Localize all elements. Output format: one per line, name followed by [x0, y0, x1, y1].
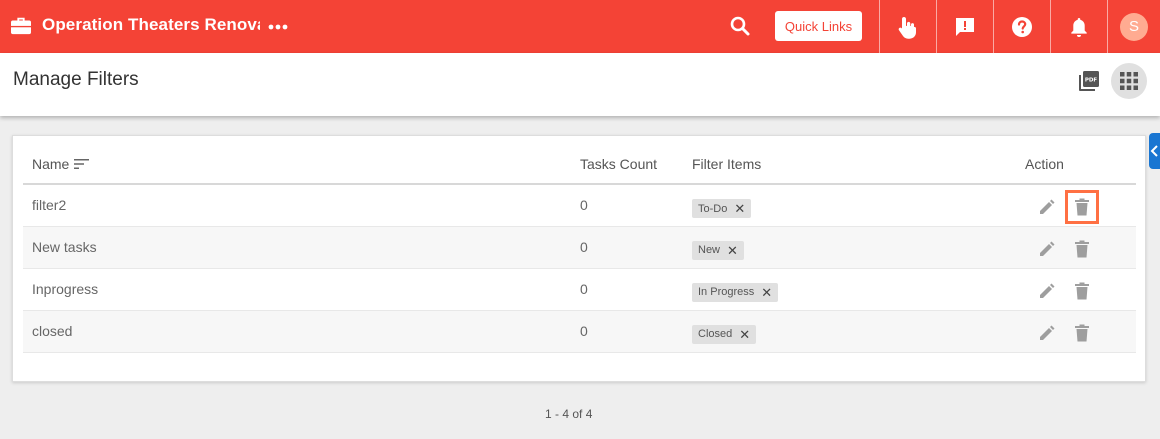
page-header: Manage Filters PDF	[0, 53, 1160, 116]
delete-icon	[1075, 198, 1089, 216]
delete-icon	[1075, 240, 1089, 258]
delete-icon	[1075, 282, 1089, 300]
apps-grid-button[interactable]	[1111, 63, 1147, 99]
action-cell	[1025, 226, 1136, 269]
close-icon[interactable]: ✕	[734, 202, 745, 215]
delete-icon	[1075, 324, 1089, 342]
action-cell	[1025, 310, 1136, 353]
column-header-tasks-count: Tasks Count	[580, 144, 692, 185]
top-app-bar: Operation Theaters Renovation Quick Link…	[0, 0, 1160, 53]
briefcase-icon	[11, 17, 31, 35]
tasks-count: 0	[580, 310, 692, 353]
touch-icon	[898, 16, 916, 39]
notifications-button[interactable]	[1050, 0, 1106, 53]
feedback-button[interactable]	[936, 0, 992, 53]
sort-icon[interactable]	[74, 158, 90, 170]
search-icon[interactable]	[728, 14, 752, 38]
edit-icon	[1040, 283, 1055, 298]
table-row: closed 0 Closed ✕	[23, 310, 1136, 353]
edit-button[interactable]	[1037, 323, 1057, 343]
edit-icon	[1040, 325, 1055, 340]
tasks-count: 0	[580, 226, 692, 269]
filter-chip: In Progress ✕	[692, 282, 779, 302]
help-icon	[1011, 16, 1032, 37]
delete-button[interactable]	[1072, 323, 1092, 343]
table-header-row: Name Tasks Count Filter Items Action	[23, 144, 1136, 185]
filter-items-cell: Closed ✕	[692, 310, 1025, 353]
touch-button[interactable]	[879, 0, 935, 53]
tasks-count: 0	[580, 184, 692, 227]
edit-button[interactable]	[1037, 239, 1057, 259]
filters-card: Name Tasks Count Filter Items Action fil…	[12, 135, 1146, 382]
project-title[interactable]: Operation Theaters Renovation	[42, 15, 260, 35]
edit-button[interactable]	[1037, 197, 1057, 217]
avatar: S	[1120, 12, 1148, 41]
action-cell	[1025, 184, 1136, 227]
close-icon[interactable]: ✕	[739, 328, 750, 341]
quick-links-button[interactable]: Quick Links	[775, 11, 862, 41]
table-row: New tasks 0 New ✕	[23, 226, 1136, 269]
table-row: filter2 0 To-Do ✕	[23, 184, 1136, 227]
filter-name: New tasks	[23, 226, 580, 269]
apps-grid-icon	[1120, 72, 1138, 90]
close-icon[interactable]: ✕	[727, 244, 738, 257]
close-icon[interactable]: ✕	[761, 286, 772, 299]
chevron-left-icon	[1150, 145, 1158, 157]
edit-icon	[1040, 199, 1055, 215]
more-horiz-icon[interactable]	[267, 16, 289, 36]
page-title: Manage Filters	[13, 69, 139, 90]
filter-items-cell: New ✕	[692, 226, 1025, 269]
filters-table: Name Tasks Count Filter Items Action fil…	[23, 144, 1136, 353]
delete-button[interactable]	[1065, 190, 1099, 225]
pdf-icon[interactable]: PDF	[1077, 69, 1101, 93]
side-panel-toggle[interactable]	[1149, 133, 1160, 169]
column-header-name[interactable]: Name	[23, 144, 580, 185]
column-header-filter-items: Filter Items	[692, 144, 1025, 185]
filter-name: Inprogress	[23, 268, 580, 311]
filter-items-cell: To-Do ✕	[692, 184, 1025, 227]
action-cell	[1025, 268, 1136, 311]
filter-items-cell: In Progress ✕	[692, 268, 1025, 311]
bell-icon	[1070, 17, 1087, 37]
help-button[interactable]	[993, 0, 1049, 53]
filter-name: closed	[23, 310, 580, 353]
edit-button[interactable]	[1037, 281, 1057, 301]
table-row: Inprogress 0 In Progress ✕	[23, 268, 1136, 311]
delete-button[interactable]	[1072, 239, 1092, 259]
delete-button[interactable]	[1072, 281, 1092, 301]
filter-chip: Closed ✕	[692, 324, 757, 344]
filter-chip: New ✕	[692, 240, 744, 260]
edit-icon	[1040, 241, 1055, 256]
user-menu-button[interactable]: S	[1107, 0, 1160, 53]
filter-name: filter2	[23, 184, 580, 227]
svg-text:PDF: PDF	[1085, 78, 1098, 84]
column-header-action: Action	[1025, 144, 1136, 185]
feedback-icon	[955, 17, 974, 36]
pagination-range: 1 - 4 of 4	[545, 407, 593, 421]
tasks-count: 0	[580, 268, 692, 311]
filter-chip: To-Do ✕	[692, 199, 752, 218]
